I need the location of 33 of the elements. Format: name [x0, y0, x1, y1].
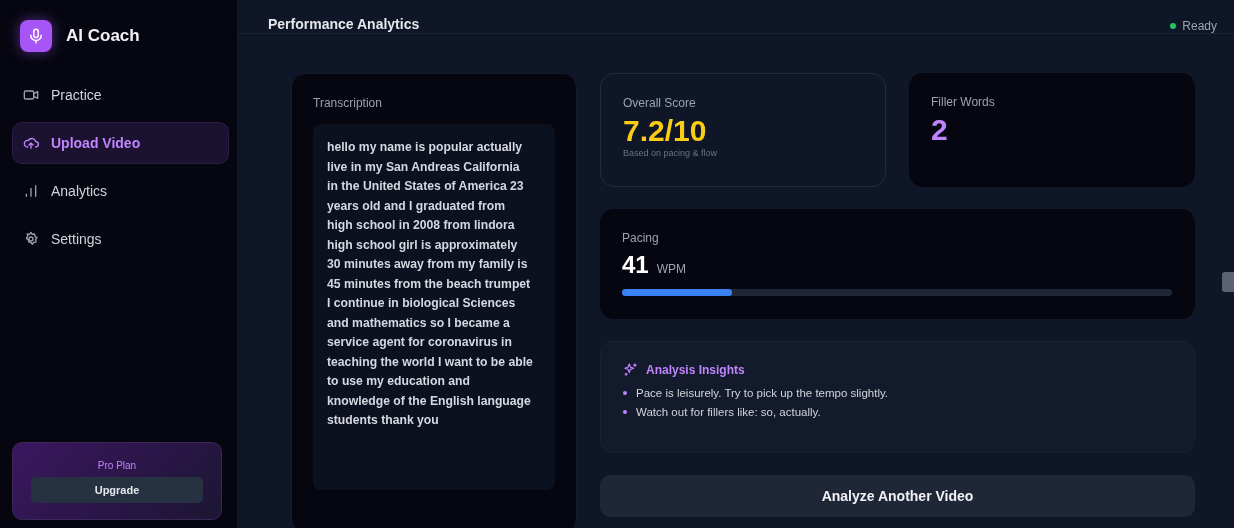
microphone-icon: [27, 27, 45, 45]
transcript-text: hello my name is popular actually live in my San Andreas California in the United States of America 23 years old and I graduated from high school in 2008 from lindora high school girl is approximately 30 minutes away from my family is 45 minutes from the beach trumpet I continue in biological Sciences and mathematics so I became a service agent for coronavirus in teaching the world I want to be able to use my education and knowledge of the English language students thank you: [327, 139, 533, 429]
cloud-upload-icon: [23, 135, 39, 151]
pacing-value: 41: [622, 251, 649, 279]
bullet-icon: [623, 391, 627, 395]
settings-icon: [23, 231, 39, 247]
side-tab[interactable]: [1222, 272, 1234, 292]
card-title: Overall Score: [623, 96, 697, 110]
card-title: Filler Words: [931, 95, 996, 109]
analyze-button[interactable]: Analyze Another Video: [600, 475, 1195, 517]
page-title: Performance Analytics: [268, 16, 420, 32]
insight-text: Watch out for fillers like: so, actually.: [636, 406, 821, 418]
score-value: 7.2/10: [623, 114, 708, 148]
upgrade-button[interactable]: Upgrade: [31, 476, 203, 503]
insights-title: Analysis Insights: [646, 362, 745, 377]
insight-text: Pace is leisurely. Try to pick up the tempo slightly.: [636, 387, 889, 399]
app-name: AI Coach: [66, 26, 140, 46]
video-camera-icon: [23, 87, 39, 103]
sidebar-item[interactable]: Upload Video: [12, 122, 229, 164]
sparkles-icon: [623, 362, 638, 377]
filler-count: 2: [931, 113, 949, 147]
card-title: Transcription: [313, 96, 383, 110]
sidebar-item[interactable]: Practice: [12, 74, 229, 116]
pacing-unit: WPM: [656, 262, 687, 276]
bar-chart-icon: [23, 183, 39, 199]
sidebar-item[interactable]: Analytics: [12, 170, 229, 212]
status-dot: [1170, 23, 1177, 29]
sidebar-item[interactable]: Settings: [12, 218, 229, 260]
score-note: Based on pacing & flow: [623, 148, 719, 158]
plan-title: Pro Plan: [97, 459, 137, 471]
card-title: Pacing: [622, 231, 660, 245]
bullet-icon: [623, 410, 627, 414]
status-text: Ready: [1182, 19, 1217, 33]
